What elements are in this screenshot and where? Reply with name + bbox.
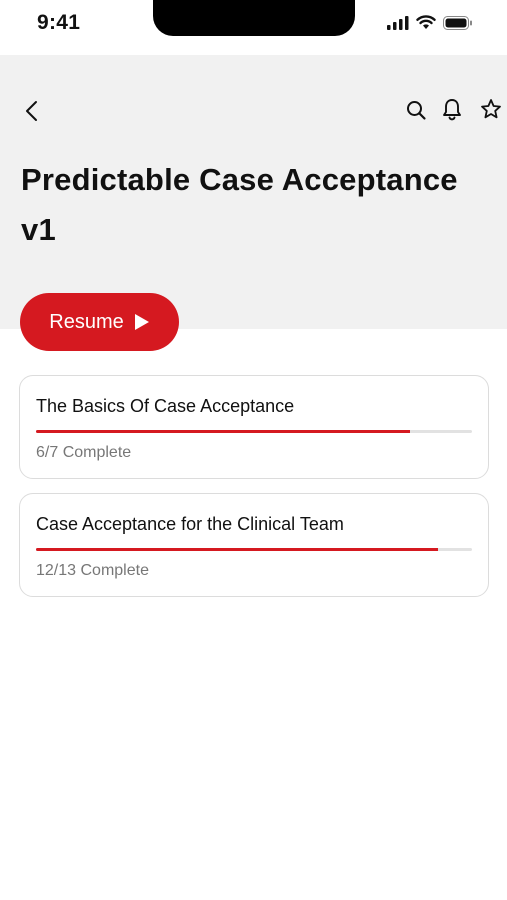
module-progress-fill [36, 430, 410, 433]
signal-icon [387, 15, 409, 30]
resume-button[interactable]: Resume [20, 293, 179, 351]
module-progress-bar [36, 430, 472, 433]
back-icon[interactable] [22, 99, 42, 123]
resume-button-label: Resume [49, 310, 124, 333]
status-icons [387, 15, 473, 30]
page-title: Predictable Case Acceptance v1 [21, 162, 458, 247]
module-card[interactable]: Case Acceptance for the Clinical Team 12… [19, 493, 489, 597]
module-title: Case Acceptance for the Clinical Team [36, 514, 344, 534]
status-time: 9:41 [37, 11, 81, 34]
module-card[interactable]: The Basics Of Case Acceptance 6/7 Comple… [19, 375, 489, 479]
bell-icon[interactable] [441, 97, 463, 121]
top-nav [0, 97, 507, 125]
battery-icon [443, 15, 472, 30]
module-status: 12/13 Complete [36, 562, 149, 579]
module-title: The Basics Of Case Acceptance [36, 396, 295, 416]
wifi-icon [416, 15, 436, 29]
status-bar: 9:41 [0, 0, 507, 55]
module-progress-fill [36, 548, 439, 551]
module-progress-bar [36, 548, 472, 551]
star-icon[interactable] [480, 98, 502, 120]
play-icon [134, 314, 149, 330]
module-status: 6/7 Complete [36, 444, 132, 461]
device-notch [153, 0, 355, 36]
search-icon[interactable] [405, 99, 427, 121]
